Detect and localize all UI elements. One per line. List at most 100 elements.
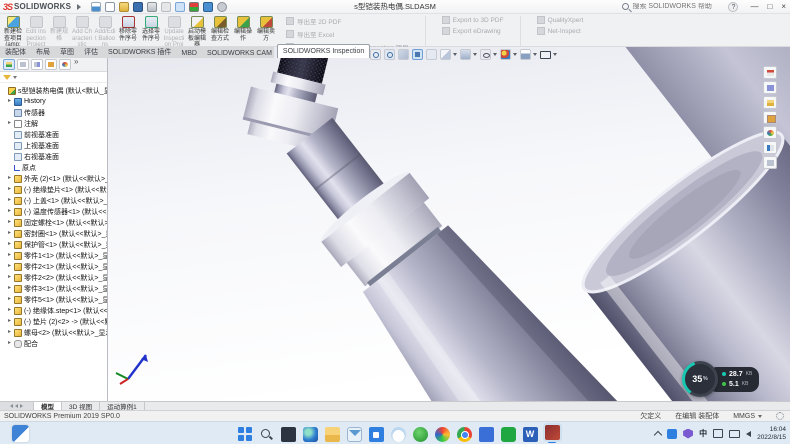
custom-properties-icon[interactable]	[763, 141, 777, 154]
apply-scene-icon[interactable]	[520, 49, 531, 60]
ribbon-button-edit-inspection-methods[interactable]: 编辑检查方式	[209, 15, 231, 46]
maximize-button[interactable]: □	[767, 2, 772, 11]
tree-item-shell[interactable]: 外壳 (2)<1> (默认<<默认>_显示状	[0, 173, 107, 184]
chrome-icon[interactable]	[457, 427, 472, 442]
property-manager-tab-icon[interactable]	[17, 59, 29, 70]
apply-scene-caret-icon[interactable]	[533, 53, 537, 56]
tree-item-root[interactable]: s型铠装热电偶 (默认<默认_显示状态-1	[0, 85, 107, 96]
view-orientation-caret-icon[interactable]	[453, 53, 457, 56]
tree-item-top-cover[interactable]: (-) 上盖<1> (默认<<默认>_显示状	[0, 195, 107, 206]
display-manager-tab-icon[interactable]	[59, 59, 71, 70]
active-app-solidworks[interactable]	[545, 425, 560, 443]
options-icon[interactable]	[217, 2, 227, 12]
tree-item-fixing-bolt[interactable]: 固定螺栓<1> (默认<<默认>_显示状	[0, 217, 107, 228]
hide-show-items-icon[interactable]	[480, 49, 491, 60]
edit-appearance-icon[interactable]	[500, 49, 511, 60]
tab-assembly[interactable]: 装配体	[0, 46, 31, 58]
tree-item-front-plane[interactable]: 前视基准面	[0, 129, 107, 140]
tree-item-annotations[interactable]: 注解	[0, 118, 107, 129]
ribbon-button-select-balloons[interactable]: 选择零件序号	[140, 15, 162, 46]
ime-indicator[interactable]: 中	[699, 428, 707, 439]
word-app-icon[interactable]: W	[523, 427, 538, 442]
filter-funnel-icon[interactable]	[3, 75, 11, 80]
view-orientation-icon[interactable]	[440, 49, 451, 60]
tree-item-insulator-step[interactable]: (-) 绝缘体.step<1> (默认<<默认	[0, 305, 107, 316]
green-square-app-icon[interactable]	[501, 427, 516, 442]
touch-keyboard-icon[interactable]	[713, 429, 723, 438]
view-tab-model[interactable]: 模型	[34, 402, 62, 410]
speaker-icon[interactable]	[746, 431, 751, 437]
rebuild-icon[interactable]	[189, 2, 199, 12]
dynamic-annotation-icon[interactable]	[426, 49, 437, 60]
previous-view-icon[interactable]	[398, 49, 409, 60]
view-tabs-nav[interactable]	[0, 402, 34, 410]
task-view-icon[interactable]	[281, 427, 296, 442]
print-icon[interactable]	[147, 2, 157, 12]
performance-overlay[interactable]: 35% 28.7KB 5.1KB	[682, 361, 759, 397]
tray-shield-icon[interactable]	[683, 429, 693, 439]
tree-item-right-plane[interactable]: 右视基准面	[0, 151, 107, 162]
file-explorer-taskbar-icon[interactable]	[325, 427, 340, 442]
ribbon-button-edit-vendors[interactable]: 编辑卖方	[255, 15, 277, 46]
tabs-scroll-left-icon[interactable]	[10, 404, 13, 408]
tree-item-insulation-gasket[interactable]: (-) 绝缘垫片<1> (默认<<默认>_显	[0, 184, 107, 195]
panel-more-tabs-icon[interactable]	[73, 59, 81, 70]
ribbon-button-remove-balloons[interactable]: 移除零件序号	[117, 15, 139, 46]
hide-show-items-caret-icon[interactable]	[493, 53, 497, 56]
tree-item-part1[interactable]: 零件1<1> (默认<<默认>_显示状态	[0, 250, 107, 261]
graphics-area[interactable]	[108, 47, 790, 401]
undo-icon[interactable]	[161, 2, 171, 12]
browser-app-icon[interactable]	[435, 427, 450, 442]
tree-item-gasket2[interactable]: (-) 垫片 (2)<2> -> (默认<<默认	[0, 316, 107, 327]
search-input[interactable]	[632, 3, 720, 10]
filter-caret-icon[interactable]	[13, 76, 17, 79]
save-icon[interactable]	[133, 2, 143, 12]
tree-item-part3[interactable]: 零件3<1> (默认<<默认>_显示状态	[0, 283, 107, 294]
weather-cloud-icon[interactable]	[391, 427, 406, 442]
edit-appearance-caret-icon[interactable]	[513, 53, 517, 56]
view-palette-icon[interactable]	[763, 111, 777, 124]
view-settings-caret-icon[interactable]	[553, 53, 557, 56]
3d-viewport-model[interactable]	[108, 47, 790, 401]
tree-item-history[interactable]: History	[0, 96, 107, 107]
feature-manager-tab-icon[interactable]	[3, 59, 15, 70]
display-style-caret-icon[interactable]	[473, 53, 477, 56]
select-cursor-icon[interactable]	[175, 2, 185, 12]
home-icon[interactable]	[91, 2, 101, 12]
tree-item-sensors[interactable]: 传感器	[0, 107, 107, 118]
tab-addins[interactable]: SOLIDWORKS 插件	[103, 46, 176, 58]
help-search[interactable]	[622, 3, 720, 10]
tree-item-seal-ring[interactable]: 密封圈<1> (默认<<默认>_显示状态	[0, 228, 107, 239]
edge-browser-icon[interactable]	[303, 427, 318, 442]
tabs-scroll-right-icon[interactable]	[20, 404, 23, 408]
tray-blue-icon[interactable]	[667, 429, 677, 439]
microsoft-store-icon[interactable]	[369, 427, 384, 442]
new-document-icon[interactable]	[105, 2, 115, 12]
tray-chevron-icon[interactable]	[654, 431, 662, 439]
tree-item-protection-tube[interactable]: 保护管<1> (默认<<默认>_显示状态	[0, 239, 107, 250]
minimize-button[interactable]: —	[750, 2, 758, 11]
section-view-icon[interactable]	[412, 49, 423, 60]
ribbon-button-new-inspection-project[interactable]: 新建检查项目 (amp;M)	[2, 15, 24, 46]
solidworks-forum-icon[interactable]	[763, 156, 777, 169]
ribbon-button-edit-operations[interactable]: 编辑操作	[232, 15, 254, 46]
view-tab-3d-views[interactable]: 3D 视图	[62, 402, 100, 410]
file-explorer-icon[interactable]	[763, 96, 777, 109]
tree-item-mates[interactable]: 配合	[0, 338, 107, 349]
tab-layout[interactable]: 布局	[31, 46, 55, 58]
tree-item-part5[interactable]: 零件5<1> (默认<<默认>_显示状态	[0, 294, 107, 305]
ribbon-button-launch-template-editor[interactable]: 启动模板编辑器	[186, 15, 208, 46]
configuration-manager-tab-icon[interactable]	[31, 59, 43, 70]
network-icon[interactable]	[729, 430, 740, 438]
open-document-icon[interactable]	[119, 2, 129, 12]
tree-item-origin[interactable]: 原点	[0, 162, 107, 173]
tree-item-nut[interactable]: 螺母<2> (默认<<默认>_显示状态	[0, 327, 107, 338]
tree-item-top-plane[interactable]: 上视基准面	[0, 140, 107, 151]
appearances-scenes-icon[interactable]	[763, 126, 777, 139]
status-gear-icon[interactable]	[776, 412, 784, 420]
dimxpert-manager-tab-icon[interactable]	[45, 59, 57, 70]
tab-mbd[interactable]: MBD	[176, 49, 202, 58]
solidworks-resources-icon[interactable]	[763, 66, 777, 79]
display-style-icon[interactable]	[460, 49, 471, 60]
taskbar-clock[interactable]: 16:04 2022/8/15	[757, 426, 786, 441]
